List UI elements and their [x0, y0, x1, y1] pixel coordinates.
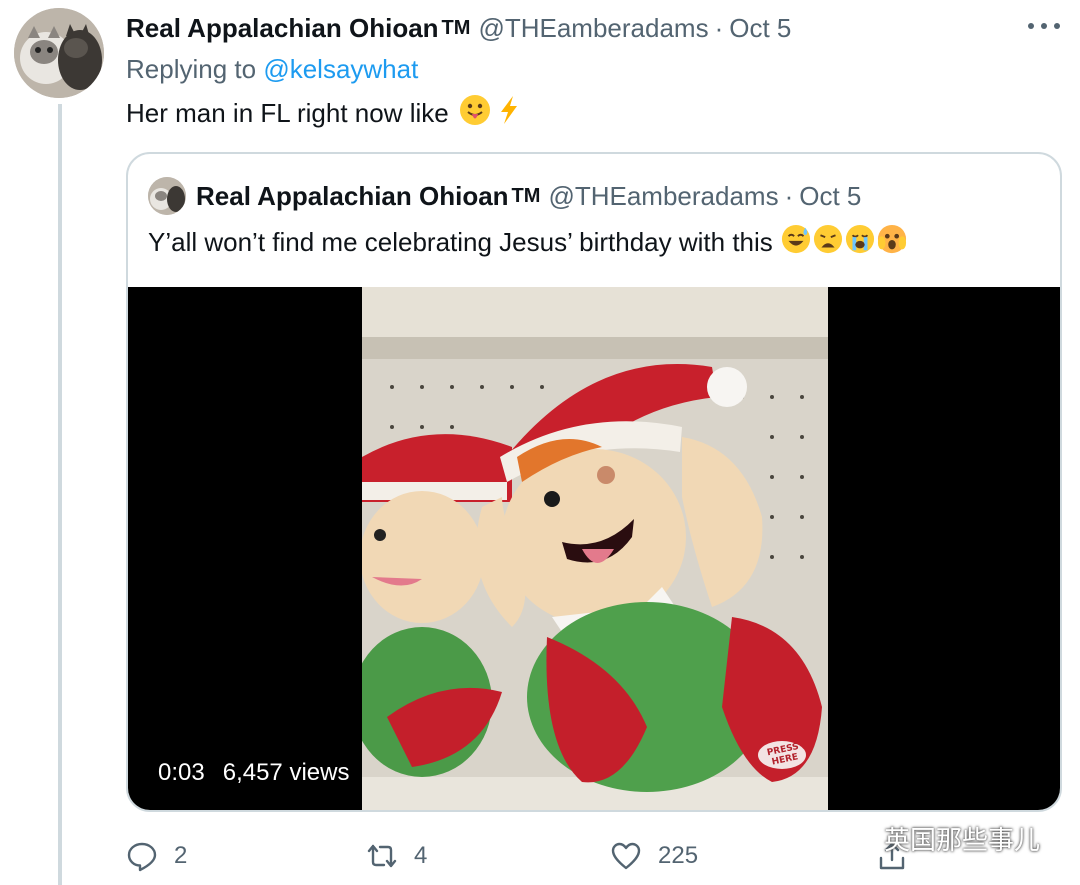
weary-emoji [813, 224, 843, 261]
reply-icon [127, 842, 157, 872]
reply-count: 2 [174, 842, 188, 869]
video-player[interactable]: PRESS HERE 0:03 6,457 views [128, 287, 1060, 810]
watermark: 英国那些事儿 [836, 818, 1040, 858]
replying-to: Replying to @kelsaywhat [126, 54, 418, 85]
display-name[interactable]: Real Appalachian Ohioan [126, 13, 439, 44]
retweet-count: 4 [414, 842, 428, 869]
avatar[interactable] [14, 8, 104, 98]
sweat-smile-emoji [781, 224, 811, 261]
video-thumbnail[interactable]: PRESS HERE [362, 287, 828, 810]
separator-dot: · [714, 12, 724, 43]
heart-icon [611, 842, 641, 870]
quoted-tweet-date[interactable]: Oct 5 [799, 181, 861, 212]
video-time: 0:03 [158, 759, 205, 786]
like-count: 225 [658, 842, 699, 869]
watermark-text: 英国那些事儿 [884, 825, 1041, 856]
reply-button[interactable]: 2 [126, 836, 187, 876]
tongue-face-emoji [459, 94, 491, 133]
tweet-text-body: Her man in FL right now like [126, 98, 449, 128]
video-info-badge: 0:03 6,457 views [146, 753, 362, 793]
tweet-date[interactable]: Oct 5 [729, 13, 791, 44]
quoted-user-handle[interactable]: @THEamberadams [548, 181, 778, 212]
replying-to-mention[interactable]: @kelsaywhat [263, 54, 418, 84]
tweet-header: Real Appalachian Ohioan TM @THEamberadam… [126, 10, 791, 46]
quoted-tm-mark: TM [511, 184, 541, 207]
thread-connector-line [58, 104, 62, 885]
like-button[interactable]: 225 [610, 836, 698, 876]
quoted-separator-dot: · [784, 180, 794, 211]
quoted-tweet-text-body: Y’all won’t find me celebrating Jesus’ b… [148, 227, 773, 257]
lightning-emoji [493, 94, 525, 133]
tm-mark: TM [441, 16, 471, 39]
video-views: 6,457 views [222, 759, 350, 786]
quoted-tweet-text: Y’all won’t find me celebrating Jesus’ b… [148, 224, 907, 261]
replying-to-label: Replying to [126, 54, 257, 84]
retweet-button[interactable]: 4 [366, 836, 427, 876]
quoted-display-name[interactable]: Real Appalachian Ohioan [196, 181, 509, 212]
user-handle[interactable]: @THEamberadams [478, 13, 708, 44]
scared-emoji [877, 224, 907, 261]
quoted-tweet-header: Real Appalachian Ohioan TM @THEamberadam… [148, 177, 861, 215]
crying-emoji [845, 224, 875, 261]
retweet-icon [367, 844, 397, 868]
wechat-logo-icon [837, 825, 874, 851]
quoted-avatar [148, 177, 186, 215]
quoted-tweet-card[interactable]: Real Appalachian Ohioan TM @THEamberadam… [126, 152, 1062, 812]
tweet-text: Her man in FL right now like [126, 94, 525, 133]
more-options-icon[interactable] [1028, 16, 1060, 36]
